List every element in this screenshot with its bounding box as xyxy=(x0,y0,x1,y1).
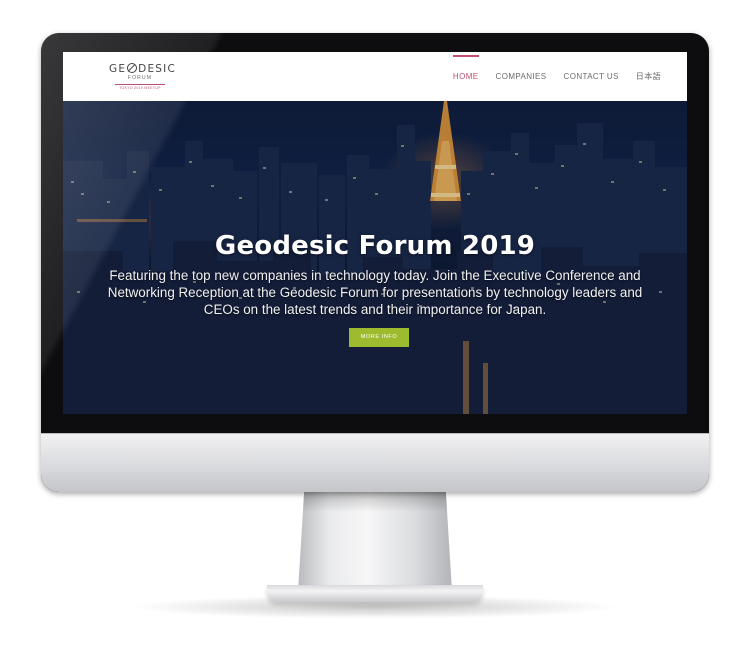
monitor-stand-base xyxy=(267,585,483,602)
site-logo[interactable]: GE DESIC FORUM TOKYO 2019 MEETUP xyxy=(109,63,175,90)
nav-contact-us[interactable]: CONTACT US xyxy=(564,72,619,81)
stand-neck-shade xyxy=(302,492,448,512)
device-mockup: GE DESIC FORUM TOKYO 2019 MEETUP HOME COM… xyxy=(0,0,750,667)
logo-text-start: GE xyxy=(109,63,127,75)
logo-tagline: TOKYO 2019 MEETUP xyxy=(119,86,161,90)
hero-section: Geodesic Forum 2019 Featuring the top ne… xyxy=(63,101,687,414)
hero-title: Geodesic Forum 2019 xyxy=(214,231,536,262)
logo-divider xyxy=(115,84,165,85)
nav-home[interactable]: HOME xyxy=(452,55,479,81)
logo-subtitle: FORUM xyxy=(127,75,153,81)
logo-text-end: DESIC xyxy=(138,63,176,75)
site-header: GE DESIC FORUM TOKYO 2019 MEETUP HOME COM… xyxy=(63,52,687,102)
hero-description: Featuring the top new companies in techn… xyxy=(107,268,643,318)
main-nav: HOME COMPANIES CONTACT US 日本語 xyxy=(452,52,661,101)
geodesic-logo-icon xyxy=(127,63,138,73)
nav-companies[interactable]: COMPANIES xyxy=(496,72,547,81)
more-info-button[interactable]: MORE INFO xyxy=(349,328,409,347)
monitor: GE DESIC FORUM TOKYO 2019 MEETUP HOME COM… xyxy=(41,33,709,492)
website-screen: GE DESIC FORUM TOKYO 2019 MEETUP HOME COM… xyxy=(63,52,687,414)
nav-japanese[interactable]: 日本語 xyxy=(636,71,661,82)
logo-wordmark: GE DESIC xyxy=(109,63,175,75)
monitor-chin xyxy=(41,433,709,492)
